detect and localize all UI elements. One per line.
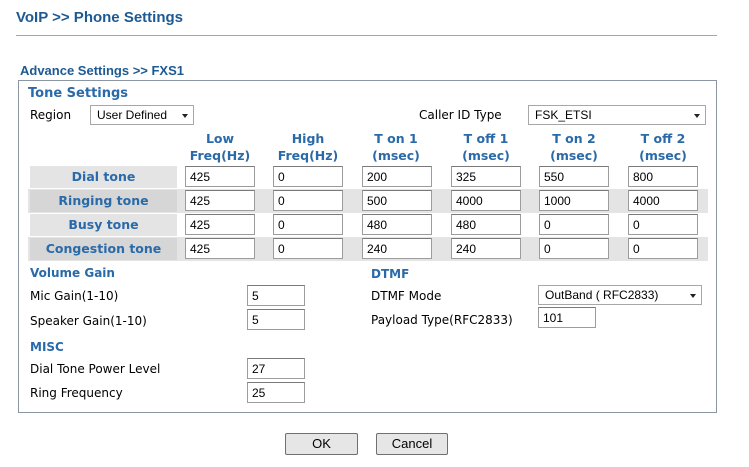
misc-heading: MISC — [30, 340, 64, 354]
busy-tone-low-freq-input[interactable]: 425 — [185, 214, 255, 235]
dial-tone-t-on-2-input[interactable]: 550 — [539, 166, 609, 187]
ok-button[interactable]: OK — [285, 433, 358, 455]
dial-tone-t-off-2-input[interactable]: 800 — [628, 166, 698, 187]
ringing-tone-t-off-1-input[interactable]: 4000 — [451, 190, 521, 211]
col-header-t-off-2: T off 2 (msec) — [619, 130, 707, 164]
col-header-t-on-2: T on 2 (msec) — [530, 130, 618, 164]
cancel-button[interactable]: Cancel — [376, 433, 448, 455]
ring-frequency-input[interactable]: 25 — [247, 382, 305, 403]
ringing-tone-high-freq-input[interactable]: 0 — [273, 190, 343, 211]
dtmf-mode-select-value: OutBand ( RFC2833) — [545, 288, 659, 302]
speaker-gain-input[interactable]: 5 — [247, 309, 305, 330]
col-header-line: (msec) — [550, 148, 598, 163]
congestion-tone-t-on-2-input[interactable]: 0 — [539, 238, 609, 259]
chevron-down-icon — [694, 114, 700, 118]
dial-tone-t-off-1-input[interactable]: 325 — [451, 166, 521, 187]
caller-id-select[interactable]: FSK_ETSI — [528, 105, 706, 125]
dial-tone-high-freq-input[interactable]: 0 — [273, 166, 343, 187]
col-header-line: T off 2 — [640, 131, 686, 146]
title-divider — [16, 35, 717, 36]
chevron-down-icon — [690, 294, 696, 298]
dial-tone-power-input[interactable]: 27 — [247, 358, 305, 379]
volume-gain-heading: Volume Gain — [30, 266, 115, 280]
congestion-tone-low-freq-input[interactable]: 425 — [185, 238, 255, 259]
row-label-dial-tone: Dial tone — [30, 166, 177, 188]
dial-tone-power-label: Dial Tone Power Level — [30, 362, 161, 376]
busy-tone-t-off-1-input[interactable]: 480 — [451, 214, 521, 235]
region-select-value: User Defined — [97, 108, 168, 122]
ringing-tone-t-on-1-input[interactable]: 500 — [362, 190, 432, 211]
busy-tone-t-on-1-input[interactable]: 480 — [362, 214, 432, 235]
ringing-tone-low-freq-input[interactable]: 425 — [185, 190, 255, 211]
col-header-line: (msec) — [372, 148, 420, 163]
congestion-tone-high-freq-input[interactable]: 0 — [273, 238, 343, 259]
region-label: Region — [30, 108, 72, 122]
chevron-down-icon — [182, 114, 188, 118]
mic-gain-label: Mic Gain(1-10) — [30, 289, 119, 303]
col-header-line: Freq(Hz) — [189, 148, 251, 163]
caller-id-select-value: FSK_ETSI — [535, 108, 592, 122]
col-header-line: T off 1 — [463, 131, 509, 146]
col-header-low-freq: Low Freq(Hz) — [176, 130, 264, 164]
dtmf-mode-select[interactable]: OutBand ( RFC2833) — [538, 285, 702, 305]
col-header-line: Low — [205, 131, 235, 146]
ringing-tone-t-on-2-input[interactable]: 1000 — [539, 190, 609, 211]
mic-gain-input[interactable]: 5 — [247, 285, 305, 306]
col-header-line: High — [291, 131, 325, 146]
page-title: VoIP >> Phone Settings — [16, 9, 183, 26]
speaker-gain-label: Speaker Gain(1-10) — [30, 314, 147, 328]
row-label-congestion-tone: Congestion tone — [30, 238, 177, 260]
row-label-ringing-tone: Ringing tone — [30, 190, 177, 212]
payload-type-label: Payload Type(RFC2833) — [371, 313, 513, 327]
payload-type-input[interactable]: 101 — [538, 307, 596, 328]
col-header-line: (msec) — [639, 148, 687, 163]
tone-settings-heading: Tone Settings — [28, 86, 129, 101]
col-header-t-off-1: T off 1 (msec) — [442, 130, 530, 164]
col-header-t-on-1: T on 1 (msec) — [352, 130, 440, 164]
caller-id-label: Caller ID Type — [419, 108, 502, 122]
dial-tone-low-freq-input[interactable]: 425 — [185, 166, 255, 187]
col-header-line: Freq(Hz) — [277, 148, 339, 163]
dtmf-mode-label: DTMF Mode — [371, 289, 442, 303]
col-header-line: T on 2 — [552, 131, 596, 146]
busy-tone-t-off-2-input[interactable]: 0 — [628, 214, 698, 235]
row-label-busy-tone: Busy tone — [30, 214, 177, 236]
busy-tone-t-on-2-input[interactable]: 0 — [539, 214, 609, 235]
ringing-tone-t-off-2-input[interactable]: 4000 — [628, 190, 698, 211]
region-select[interactable]: User Defined — [90, 105, 194, 125]
congestion-tone-t-on-1-input[interactable]: 240 — [362, 238, 432, 259]
col-header-line: T on 1 — [374, 131, 418, 146]
congestion-tone-t-off-2-input[interactable]: 0 — [628, 238, 698, 259]
col-header-line: (msec) — [462, 148, 510, 163]
ring-frequency-label: Ring Frequency — [30, 386, 123, 400]
section-title: Advance Settings >> FXS1 — [20, 63, 185, 78]
col-header-high-freq: High Freq(Hz) — [264, 130, 352, 164]
dtmf-heading: DTMF — [371, 267, 410, 281]
congestion-tone-t-off-1-input[interactable]: 240 — [451, 238, 521, 259]
dial-tone-t-on-1-input[interactable]: 200 — [362, 166, 432, 187]
busy-tone-high-freq-input[interactable]: 0 — [273, 214, 343, 235]
